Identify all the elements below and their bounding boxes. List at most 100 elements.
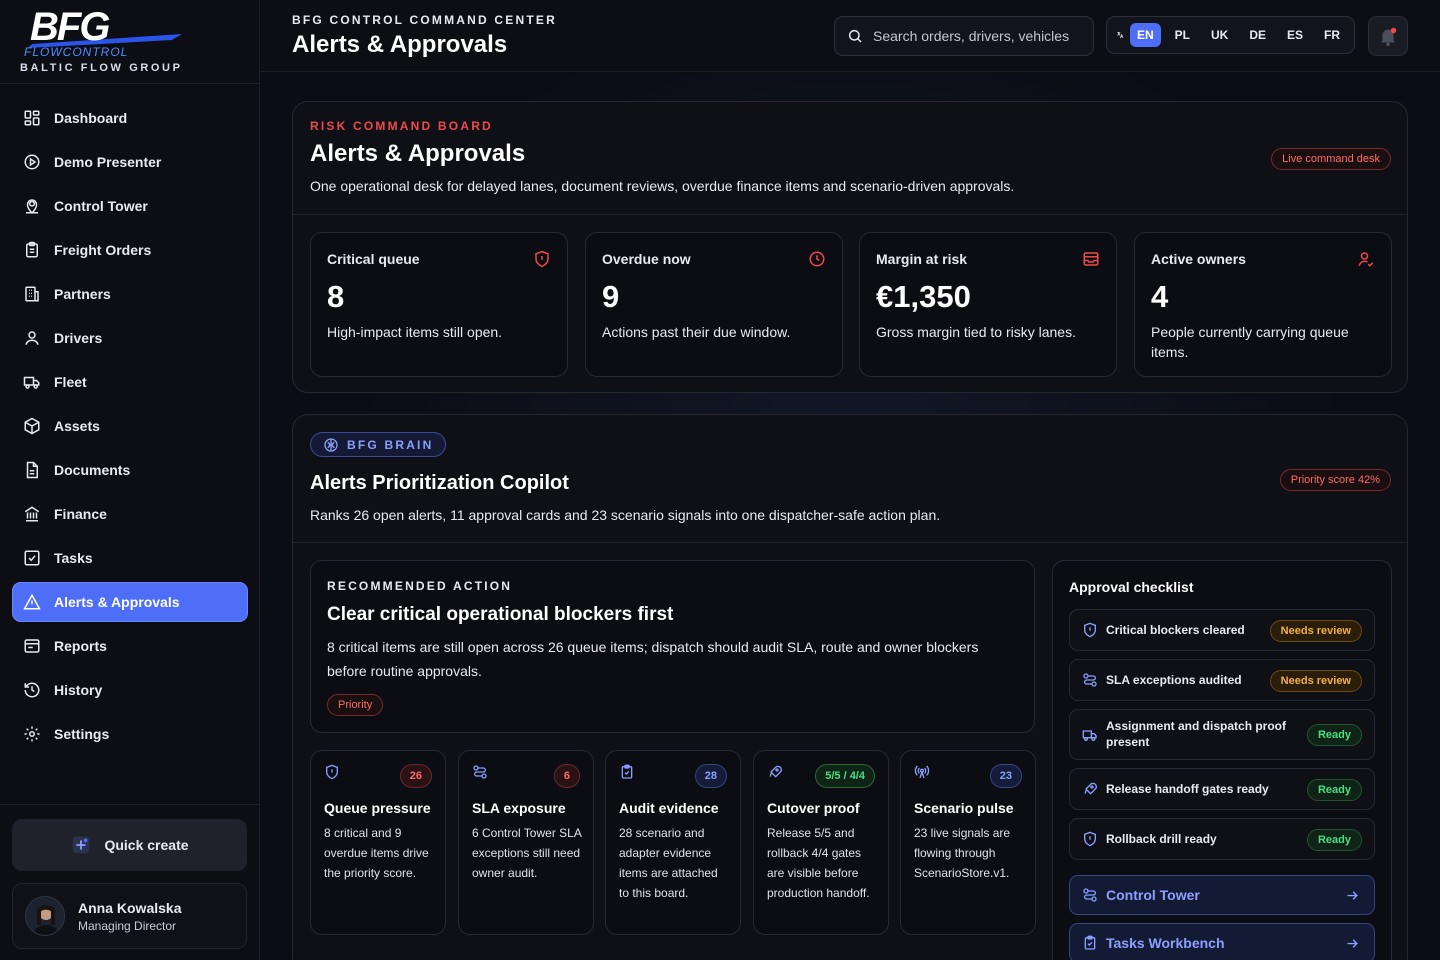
play-icon — [24, 154, 40, 170]
route-icon — [1083, 888, 1097, 902]
lang-es[interactable]: ES — [1280, 23, 1310, 47]
nav-item-partners[interactable]: Partners — [12, 274, 248, 314]
signal-card-queue-pressure: 26 Queue pressure 8 critical and 9 overd… — [310, 750, 446, 935]
signal-badge: 28 — [694, 764, 727, 788]
bfg-logo-icon: BFG FLOWCONTROL — [24, 5, 182, 59]
grid-icon — [24, 110, 40, 126]
package-icon — [24, 417, 40, 435]
nav-label: Fleet — [54, 374, 87, 390]
nav-item-assets[interactable]: Assets — [12, 406, 248, 446]
clock-icon — [809, 251, 825, 267]
nav-item-tasks[interactable]: Tasks — [12, 538, 248, 578]
divider — [293, 542, 1407, 543]
copilot-description: Ranks 26 open alerts, 11 approval cards … — [310, 507, 941, 523]
lang-uk[interactable]: UK — [1204, 23, 1235, 47]
route-icon — [1083, 673, 1097, 687]
nav-label: Reports — [54, 638, 107, 654]
main-nav: Dashboard Demo Presenter Control Tower F… — [12, 98, 248, 758]
checklist-item[interactable]: SLA exceptions audited Needs review — [1069, 659, 1375, 701]
nav-item-alerts-approvals[interactable]: Alerts & Approvals — [12, 582, 248, 622]
kpi-value: €1,350 — [876, 279, 971, 314]
nav-label: Tasks — [54, 550, 93, 566]
checklist-item[interactable]: Rollback drill ready Ready — [1069, 818, 1375, 860]
nav-item-reports[interactable]: Reports — [12, 626, 248, 666]
priority-tag: Priority — [327, 694, 384, 716]
top-bar: BFG CONTROL COMMAND CENTER Alerts & Appr… — [260, 0, 1440, 72]
lang-pl[interactable]: PL — [1168, 23, 1197, 47]
nav-label: Demo Presenter — [54, 154, 162, 170]
signal-badge: 5/5 / 4/4 — [815, 764, 875, 788]
sparkle-icon — [73, 836, 90, 854]
search-icon — [848, 29, 862, 43]
link-label: Control Tower — [1106, 887, 1200, 903]
user-profile[interactable]: Anna Kowalska Managing Director — [12, 883, 247, 949]
checklist-item[interactable]: Release handoff gates ready Ready — [1069, 768, 1375, 810]
risk-description: One operational desk for delayed lanes, … — [310, 178, 1015, 194]
nav-label: Alerts & Approvals — [54, 594, 180, 610]
copilot-panel: BFG BRAIN Alerts Prioritization Copilot … — [292, 414, 1408, 960]
arrow-right-icon — [1347, 939, 1358, 948]
signal-description: Release 5/5 and rollback 4/4 gates are v… — [767, 826, 870, 900]
kpi-margin-at-risk: Margin at risk €1,350 Gross margin tied … — [859, 232, 1117, 377]
sidebar: BFG FLOWCONTROL BALTIC FLOW GROUP Dashbo… — [0, 0, 260, 960]
main-content: RISK COMMAND BOARD Alerts & Approvals On… — [260, 72, 1440, 960]
recommended-kicker: RECOMMENDED ACTION — [327, 579, 513, 593]
nav-item-control-tower[interactable]: Control Tower — [12, 186, 248, 226]
building-icon — [25, 286, 39, 302]
nav-item-freight-orders[interactable]: Freight Orders — [12, 230, 248, 270]
kpi-label: Active owners — [1151, 251, 1246, 267]
checklist-status: Needs review — [1269, 620, 1362, 642]
notifications-button[interactable] — [1368, 16, 1408, 56]
user-icon — [25, 331, 39, 345]
kpi-label: Overdue now — [602, 251, 691, 267]
recommended-title: Clear critical operational blockers firs… — [327, 604, 674, 625]
checklist-item[interactable]: Critical blockers cleared Needs review — [1069, 609, 1375, 651]
shield-icon — [1084, 831, 1096, 847]
lang-de[interactable]: DE — [1242, 23, 1273, 47]
brand-logo[interactable]: BFG FLOWCONTROL BALTIC FLOW GROUP — [0, 0, 259, 84]
link-control-tower[interactable]: Control Tower — [1069, 875, 1375, 915]
nav-item-drivers[interactable]: Drivers — [12, 318, 248, 358]
signal-card-cutover-proof: 5/5 / 4/4 Cutover proof Release 5/5 and … — [753, 750, 889, 935]
search-input[interactable] — [873, 28, 1083, 44]
lang-fr[interactable]: FR — [1317, 23, 1347, 47]
kpi-value: 9 — [602, 279, 620, 314]
user-name: Anna Kowalska — [78, 900, 182, 916]
brain-icon — [324, 437, 338, 452]
truck-icon — [23, 376, 40, 389]
signal-card-audit-evidence: 28 Audit evidence 28 scenario and adapte… — [605, 750, 741, 935]
nav-label: Dashboard — [54, 110, 128, 126]
clipboard-check-icon — [1084, 935, 1096, 950]
nav-item-finance[interactable]: Finance — [12, 494, 248, 534]
nav-item-demo-presenter[interactable]: Demo Presenter — [12, 142, 248, 182]
checklist-item[interactable]: Assignment and dispatch proof present Re… — [1069, 709, 1375, 760]
clipboard-check-icon — [621, 764, 633, 779]
nav-item-settings[interactable]: Settings — [12, 714, 248, 754]
quick-create-button[interactable]: Quick create — [12, 819, 247, 871]
checklist-title: Approval checklist — [1069, 579, 1194, 595]
divider — [293, 214, 1407, 215]
clipboard-icon — [26, 241, 38, 258]
nav-item-history[interactable]: History — [12, 670, 248, 710]
kpi-overdue-now: Overdue now 9 Actions past their due win… — [585, 232, 843, 377]
kpi-label: Critical queue — [327, 251, 420, 267]
kpi-description: People currently carrying queue items. — [1151, 324, 1349, 360]
nav-label: Documents — [54, 462, 131, 478]
quick-create-label: Quick create — [104, 837, 189, 853]
link-tasks-workbench[interactable]: Tasks Workbench — [1069, 923, 1375, 960]
brain-badge-label: BFG BRAIN — [347, 437, 434, 452]
nav-item-documents[interactable]: Documents — [12, 450, 248, 490]
risk-command-board: RISK COMMAND BOARD Alerts & Approvals On… — [292, 101, 1408, 393]
route-icon — [473, 765, 487, 779]
nav-item-dashboard[interactable]: Dashboard — [12, 98, 248, 138]
priority-score-pill: Priority score 42% — [1279, 469, 1391, 491]
nav-item-fleet[interactable]: Fleet — [12, 362, 248, 402]
search-box[interactable] — [834, 16, 1094, 56]
lang-en[interactable]: EN — [1129, 23, 1161, 47]
truck-icon — [1082, 730, 1097, 741]
signal-title: Cutover proof — [767, 800, 860, 816]
arrow-right-icon — [1347, 891, 1358, 900]
broadcast-icon — [914, 765, 930, 779]
nav-label: Drivers — [54, 330, 103, 346]
warning-icon — [23, 593, 41, 610]
